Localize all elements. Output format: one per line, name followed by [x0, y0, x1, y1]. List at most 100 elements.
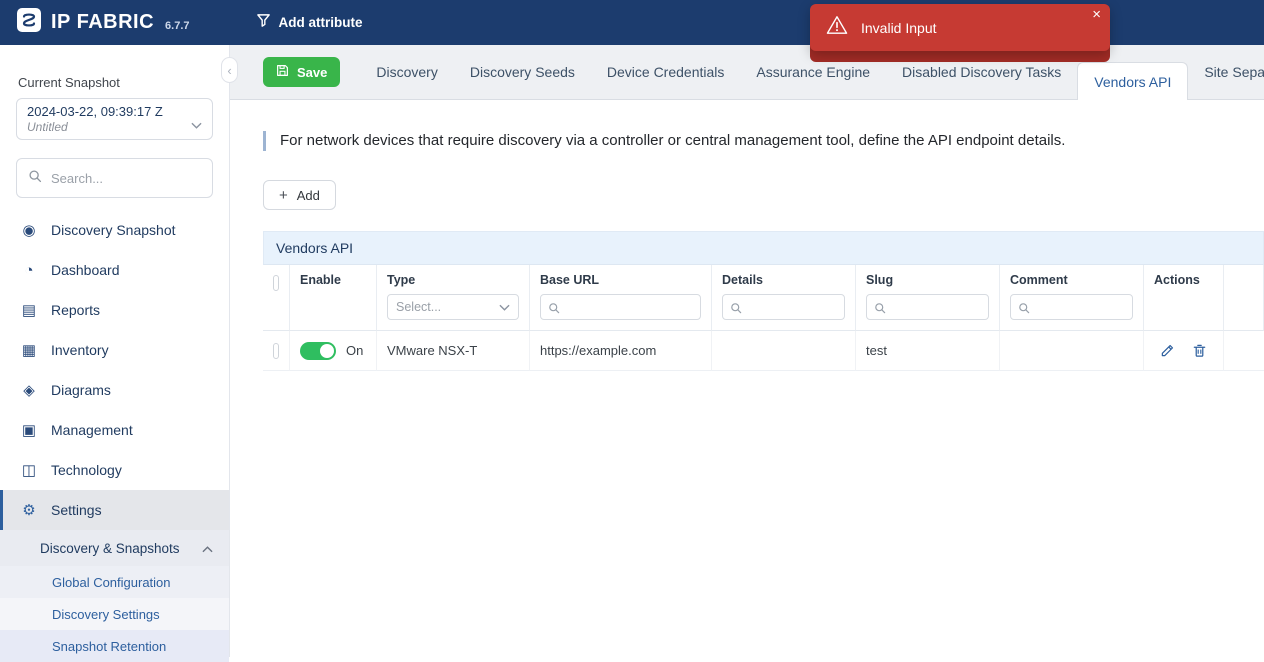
save-button-label: Save: [297, 65, 327, 80]
tab-site-separation[interactable]: Site Separation: [1188, 45, 1264, 99]
type-filter-select[interactable]: Select...: [387, 294, 519, 320]
close-icon[interactable]: ×: [1092, 7, 1101, 22]
ip-fabric-logo-icon: [16, 7, 42, 38]
row-checkbox[interactable]: [273, 343, 279, 359]
search-icon: [28, 169, 42, 188]
header-comment: Comment: [1000, 265, 1144, 331]
search-icon: [1018, 301, 1030, 319]
header-type: Type Select...: [377, 265, 530, 331]
sidebar-item-global-configuration[interactable]: Global Configuration: [0, 566, 229, 598]
sidebar-item-label: Technology: [51, 462, 122, 478]
header-slug: Slug: [856, 265, 1000, 331]
tab-vendors-api[interactable]: Vendors API: [1077, 62, 1188, 100]
table-row: On VMware NSX-T https://example.com test: [263, 331, 1264, 371]
sidebar-item-settings[interactable]: ⚙ Settings: [0, 490, 229, 530]
sidebar-item-label: Management: [51, 422, 133, 438]
tab-discovery-seeds[interactable]: Discovery Seeds: [454, 45, 591, 99]
reports-icon: ▤: [20, 301, 38, 319]
sidebar-item-label: Inventory: [51, 342, 109, 358]
submenu-header-label: Discovery & Snapshots: [40, 541, 180, 556]
cell-comment: [1000, 331, 1144, 371]
column-label: Slug: [866, 273, 989, 287]
submenu-item-label: Snapshot Retention: [52, 639, 166, 654]
sidebar-item-label: Diagrams: [51, 382, 111, 398]
header-select-cell: [263, 265, 290, 331]
enable-toggle[interactable]: [300, 342, 336, 360]
table-title: Vendors API: [263, 231, 1264, 265]
current-snapshot-label: Current Snapshot: [18, 75, 229, 90]
sidebar-collapse-handle[interactable]: ‹: [221, 57, 238, 83]
tab-device-credentials[interactable]: Device Credentials: [591, 45, 741, 99]
sidebar: Current Snapshot 2024-03-22, 09:39:17 Z …: [0, 45, 230, 657]
sidebar-item-label: Discovery Snapshot: [51, 222, 176, 238]
cell-actions: [1144, 331, 1224, 371]
cell-slug: test: [856, 331, 1000, 371]
sidebar-menu: ◉ Discovery Snapshot ◔ Dashboard ▤ Repor…: [0, 210, 229, 662]
sidebar-item-snapshot-retention[interactable]: Snapshot Retention: [0, 630, 229, 662]
sidebar-item-diagrams[interactable]: ◈ Diagrams: [0, 370, 229, 410]
cell-type: VMware NSX-T: [377, 331, 530, 371]
header-base-url: Base URL: [530, 265, 712, 331]
sidebar-item-management[interactable]: ▣ Management: [0, 410, 229, 450]
inventory-icon: ▦: [20, 341, 38, 359]
header-actions: Actions: [1144, 265, 1224, 331]
base-url-filter-input[interactable]: [540, 294, 701, 320]
dashboard-icon: ◔: [20, 262, 38, 279]
sidebar-item-discovery-and-snapshots[interactable]: Discovery & Snapshots: [0, 530, 229, 566]
submenu-item-label: Global Configuration: [52, 575, 171, 590]
row-filler-cell: [1224, 331, 1264, 371]
column-label: Type: [387, 273, 519, 287]
column-label: Enable: [300, 273, 366, 287]
discovery-snapshot-icon: ◉: [20, 221, 38, 239]
header-filler-cell: [1224, 265, 1264, 331]
sidebar-item-inventory[interactable]: ▦ Inventory: [0, 330, 229, 370]
cell-base-url: https://example.com: [530, 331, 712, 371]
column-label: Base URL: [540, 273, 701, 287]
sidebar-item-dashboard[interactable]: ◔ Dashboard: [0, 250, 229, 290]
delete-trash-icon[interactable]: [1192, 343, 1207, 358]
header-details: Details: [712, 265, 856, 331]
brand-name: IP FABRIC: [51, 11, 154, 34]
warning-icon: [826, 15, 848, 40]
edit-pencil-icon[interactable]: [1160, 343, 1175, 358]
vendors-api-panel: For network devices that require discove…: [230, 131, 1264, 371]
gear-icon: ⚙: [20, 501, 38, 519]
technology-icon: ◫: [20, 461, 38, 479]
plus-icon: +: [279, 188, 288, 203]
snapshot-date: 2024-03-22, 09:39:17 Z: [27, 104, 184, 119]
snapshot-name: Untitled: [27, 120, 184, 134]
sidebar-item-reports[interactable]: ▤ Reports: [0, 290, 229, 330]
sidebar-item-technology[interactable]: ◫ Technology: [0, 450, 229, 490]
sidebar-search: [16, 158, 213, 198]
column-label: Details: [722, 273, 845, 287]
sidebar-item-label: Dashboard: [51, 262, 120, 278]
row-select-cell: [263, 331, 290, 371]
version-label: 6.7.7: [165, 20, 189, 32]
main-content: Save Discovery Discovery Seeds Device Cr…: [230, 45, 1264, 657]
search-icon: [730, 301, 742, 319]
snapshot-dropdown[interactable]: 2024-03-22, 09:39:17 Z Untitled: [16, 98, 213, 140]
tab-discovery[interactable]: Discovery: [360, 45, 453, 99]
cell-details: [712, 331, 856, 371]
sidebar-item-discovery-settings[interactable]: Discovery Settings: [0, 598, 229, 630]
vendors-api-table: Vendors API Enable Type Select...: [263, 231, 1264, 371]
column-label: Comment: [1010, 273, 1133, 287]
toggle-state-label: On: [346, 343, 363, 358]
chevron-down-icon: [191, 116, 202, 134]
add-attribute-button[interactable]: Add attribute: [256, 13, 363, 33]
toast-message: Invalid Input: [861, 20, 937, 36]
table-header-row: Enable Type Select... Base URL: [263, 265, 1264, 331]
panel-description: For network devices that require discove…: [263, 131, 1123, 151]
header-enable: Enable: [290, 265, 377, 331]
sidebar-item-discovery-snapshot[interactable]: ◉ Discovery Snapshot: [0, 210, 229, 250]
add-attribute-label: Add attribute: [279, 15, 363, 30]
save-button[interactable]: Save: [263, 57, 340, 87]
ip-fabric-logo[interactable]: IP FABRIC 6.7.7: [16, 7, 190, 38]
chevron-down-icon: [499, 304, 510, 311]
column-label: Actions: [1154, 273, 1213, 287]
search-input[interactable]: [51, 171, 227, 186]
search-icon: [874, 301, 886, 319]
error-toast: Invalid Input ×: [810, 4, 1110, 51]
add-button[interactable]: + Add: [263, 180, 336, 210]
select-all-checkbox[interactable]: [273, 275, 279, 291]
